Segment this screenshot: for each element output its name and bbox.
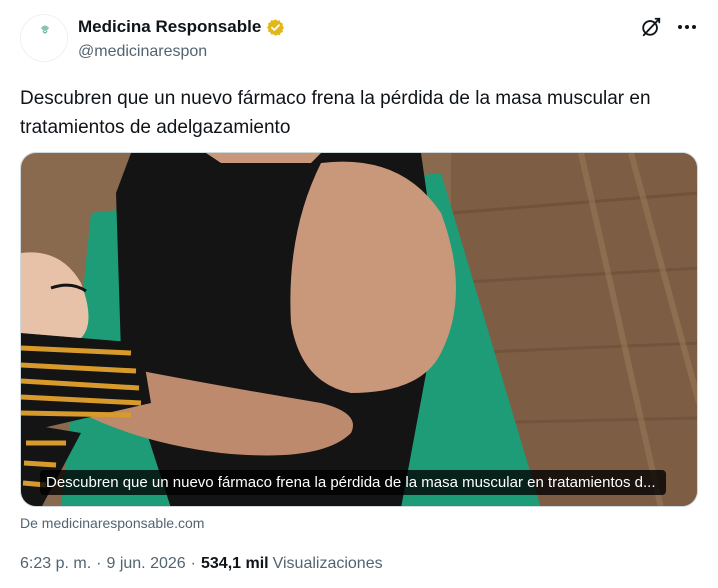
tweet-time[interactable]: 6:23 p. m.	[20, 555, 91, 573]
tweet-text: Descubren que un nuevo fármaco frena la …	[20, 88, 651, 138]
tweet-meta: 6:23 p. m. · 9 jun. 2026 · 534,1 mil Vis…	[20, 555, 383, 573]
tweet-header: Medicina Responsable @medicinarespon	[20, 14, 700, 64]
card-source-link[interactable]: De medicinaresponsable.com	[20, 515, 204, 531]
article-photo	[21, 153, 697, 506]
author-block: Medicina Responsable @medicinarespon	[78, 16, 285, 61]
views-label: Visualizaciones	[272, 555, 383, 572]
user-handle[interactable]: @medicinarespon	[78, 43, 285, 61]
avatar[interactable]	[20, 14, 68, 62]
meta-separator: ·	[190, 555, 196, 572]
meta-separator: ·	[96, 555, 102, 572]
verified-badge-icon	[266, 18, 285, 37]
grok-icon[interactable]	[638, 14, 664, 40]
views-count: 534,1 mil	[201, 555, 269, 572]
display-name[interactable]: Medicina Responsable	[78, 17, 261, 37]
more-options-icon[interactable]	[674, 14, 700, 40]
medicina-responsable-logo	[21, 15, 67, 61]
tweet-date[interactable]: 9 jun. 2026	[106, 555, 185, 573]
card-caption: Descubren que un nuevo fármaco frena la …	[40, 470, 666, 495]
link-card[interactable]: Descubren que un nuevo fármaco frena la …	[20, 152, 698, 507]
